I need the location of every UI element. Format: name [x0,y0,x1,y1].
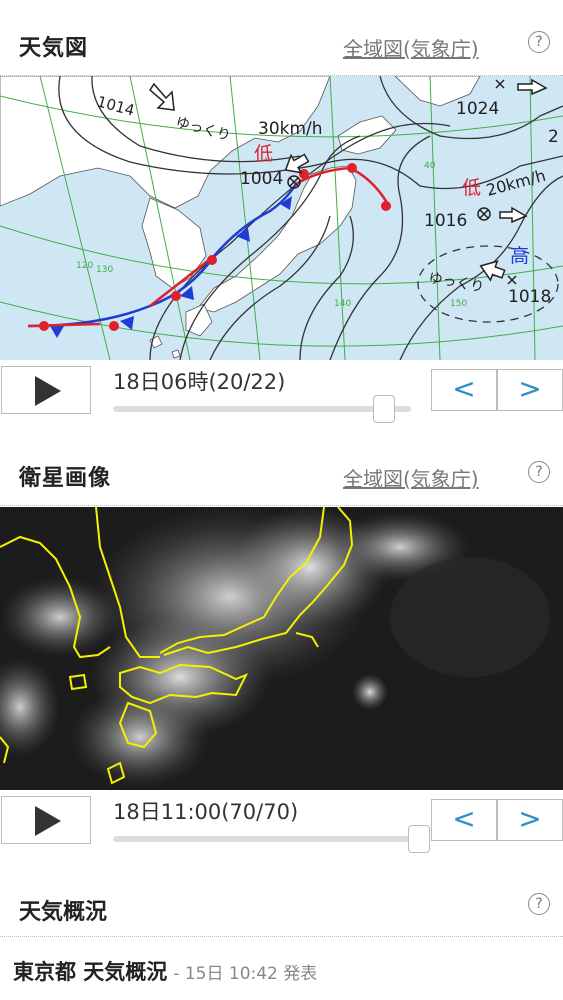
map-label-1024: 1024 [456,99,499,119]
overview-heading: 東京都 天気概況 - 15日 10:42 発表 [13,956,317,986]
satellite-title: 衛星画像 [19,466,112,491]
map-label-edge: 2 [548,127,559,147]
satellite-time-label: 18日11:00(70/70) [113,800,299,824]
map-label-1016: 1016 [424,211,467,231]
grid-label-40: 40 [424,161,436,171]
play-button[interactable] [1,796,91,844]
map-label-1004: 1004 [240,169,283,189]
weather-chart-full-map-link[interactable]: 全域図(気象庁) [343,33,479,62]
slider-thumb[interactable] [373,395,396,423]
satellite-image [0,507,563,790]
divider [0,936,563,937]
slider-thumb[interactable] [408,825,430,853]
next-button[interactable]: > [497,799,563,841]
play-icon [35,376,61,406]
play-button[interactable] [1,366,91,414]
next-button[interactable]: > [497,369,563,411]
region-title: 東京都 天気概況 [13,960,168,984]
grid-label-120: 120 [76,261,93,271]
satellite-slider[interactable] [113,825,430,853]
help-icon[interactable]: ? [528,31,550,53]
play-icon [35,806,61,836]
satellite-svg [0,507,563,790]
grid-label-150: 150 [450,299,467,309]
overview-title: 天気概況 [19,900,108,925]
weather-chart-slider[interactable] [113,395,411,423]
help-icon[interactable]: ? [528,893,550,915]
weather-map-svg: 1014 ゆっくり 30km/h 低 1004 1024 2 低 20km/h … [0,76,563,360]
map-label-low: 低 [254,143,273,165]
divider [0,505,563,506]
weather-map: 1014 ゆっくり 30km/h 低 1004 1024 2 低 20km/h … [0,76,563,360]
grid-label-140: 140 [334,299,351,309]
map-label-high: 高 [510,245,529,267]
prev-button[interactable]: < [431,799,497,841]
satellite-full-map-link[interactable]: 全域図(気象庁) [343,463,479,492]
map-label-low-2: 低 [462,177,481,199]
weather-chart-title: 天気図 [19,36,89,61]
weather-chart-time-label: 18日06時(20/22) [113,370,286,394]
map-label-speed: 30km/h [258,119,323,139]
help-icon[interactable]: ? [528,461,550,483]
prev-button[interactable]: < [431,369,497,411]
map-label-1018: 1018 [508,287,551,307]
grid-label-130: 130 [96,265,113,275]
issued-time: - 15日 10:42 発表 [173,964,318,984]
